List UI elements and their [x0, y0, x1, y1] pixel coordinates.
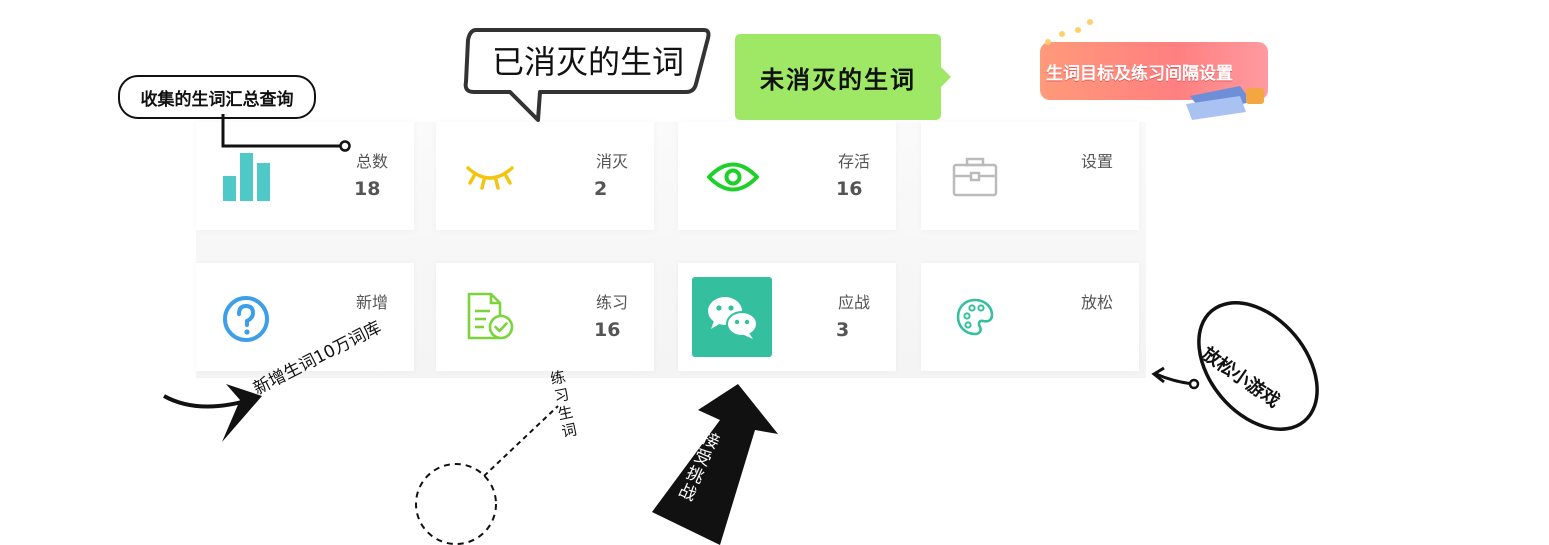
challenge-arrow	[652, 384, 778, 545]
card-battle[interactable]: 应战 3	[678, 263, 896, 371]
card-label: 存活	[837, 152, 870, 171]
card-label: 设置	[1080, 152, 1113, 171]
card-value: 16	[836, 178, 863, 200]
connector-line	[221, 114, 351, 152]
card-practice[interactable]: 练习 16	[436, 263, 654, 371]
card-label: 新增	[355, 293, 388, 312]
card-label: 放松	[1080, 293, 1113, 312]
question-icon	[223, 296, 269, 342]
card-value: 3	[836, 319, 850, 341]
card-label: 消灭	[595, 152, 628, 171]
card-value: 2	[594, 178, 608, 200]
uneliminated-words-tag: 未消灭的生词	[735, 34, 951, 120]
palette-icon	[956, 298, 994, 336]
banner-decoration	[1045, 19, 1264, 120]
card-label: 练习	[595, 293, 628, 312]
collected-query-bubble: 收集的生词汇总查询	[118, 75, 316, 119]
card-label: 总数	[355, 152, 388, 171]
card-alive[interactable]: 存活 16	[678, 122, 896, 230]
add-words-arrow	[163, 384, 262, 442]
closed-eye-icon	[466, 166, 514, 190]
wechat-icon	[692, 277, 772, 357]
card-label: 应战	[837, 293, 870, 312]
card-relax[interactable]: 放松	[921, 263, 1139, 371]
card-settings[interactable]: 设置	[921, 122, 1139, 230]
card-eliminated[interactable]: 消灭 2	[436, 122, 654, 230]
checklist-doc-icon	[467, 292, 514, 340]
eye-icon	[707, 162, 759, 192]
card-value: 18	[354, 178, 381, 200]
briefcase-icon	[952, 157, 998, 197]
practice-dashed-pointer	[415, 405, 559, 545]
card-value: 16	[594, 319, 621, 341]
bar-chart-icon	[223, 153, 270, 201]
eliminated-words-note: 已消灭的生词	[491, 43, 684, 81]
